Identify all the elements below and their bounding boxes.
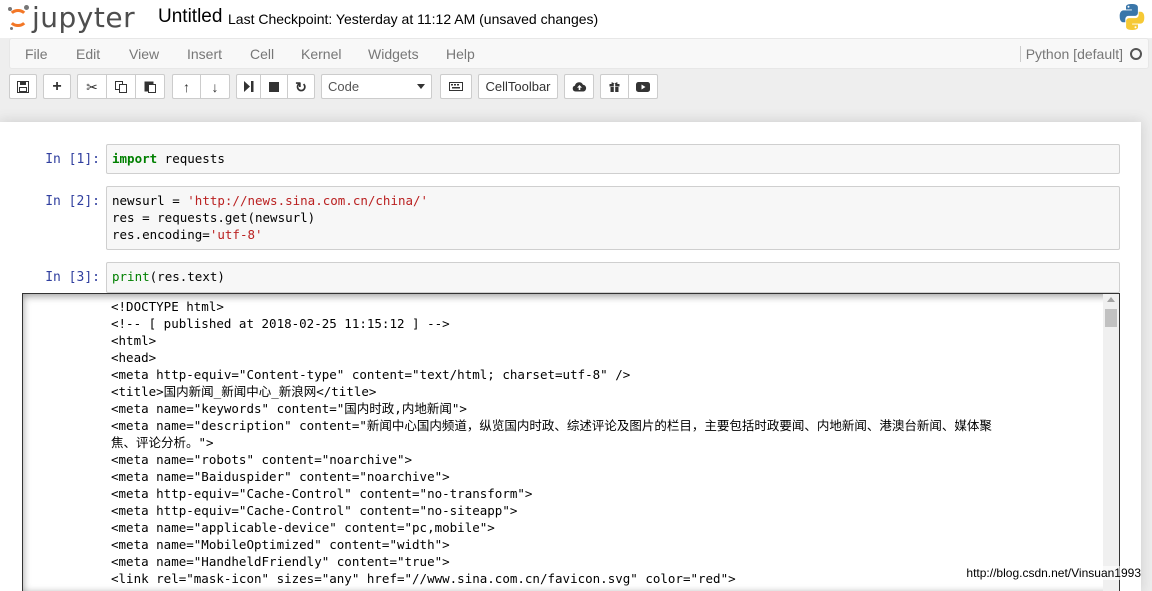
paste-button[interactable] — [136, 74, 165, 99]
output-line: <meta http-equiv="Cache-Control" content… — [111, 503, 518, 518]
move-down-button[interactable]: ↓ — [201, 74, 230, 99]
cloud-upload-icon — [572, 82, 586, 92]
interrupt-kernel-button[interactable] — [261, 74, 288, 99]
menu-cell[interactable]: Cell — [250, 46, 274, 62]
celltoolbar-button[interactable]: CellToolbar — [478, 74, 558, 99]
restart-kernel-button[interactable]: ↻ — [288, 74, 315, 99]
youtube-icon — [636, 81, 650, 92]
present-button[interactable] — [600, 74, 629, 99]
code-token: import — [112, 151, 158, 166]
menubar: File Edit View Insert Cell Kernel Widget… — [9, 38, 1149, 69]
save-button[interactable] — [9, 74, 37, 99]
output-line: <html> — [111, 333, 157, 348]
output-line: <meta http-equiv="Cache-Control" content… — [111, 486, 533, 501]
keyboard-icon — [449, 82, 463, 91]
output-line: <meta http-equiv="Content-type" content=… — [111, 367, 631, 382]
menu-insert[interactable]: Insert — [187, 46, 222, 62]
cell-prompt: In [2]: — [45, 194, 100, 209]
code-cell-input[interactable]: newsurl = 'http://news.sina.com.cn/china… — [106, 186, 1120, 250]
code-token: (res.text) — [149, 269, 225, 284]
output-line: <meta name="MobileOptimized" content="wi… — [111, 537, 450, 552]
code-line: res.encoding='utf-8' — [112, 226, 1114, 243]
command-palette-button[interactable] — [440, 74, 472, 99]
move-up-button[interactable]: ↑ — [172, 74, 201, 99]
cut-button[interactable]: ✂ — [77, 74, 107, 99]
output-line: <meta name="HandheldFriendly" content="t… — [111, 554, 450, 569]
notebook-container: In [1]: import requests In [2]: newsurl … — [0, 122, 1141, 591]
jupyter-orbit-icon — [6, 3, 30, 33]
stop-icon — [269, 81, 279, 92]
cell-output-area[interactable]: <!DOCTYPE html> <!-- [ published at 2018-… — [22, 293, 1120, 591]
notebook-title[interactable]: Untitled — [158, 6, 222, 28]
code-token: newsurl = — [112, 193, 188, 208]
header: jupyter Untitled Last Checkpoint: Yester… — [0, 0, 1152, 38]
output-scrollbar[interactable] — [1103, 294, 1119, 591]
jupyter-logo[interactable]: jupyter — [6, 2, 135, 34]
kernel-status-icon — [1130, 48, 1142, 60]
output-line: <meta name="description" content="新闻中心国内… — [111, 418, 992, 433]
gift-icon — [609, 82, 620, 92]
menu-widgets[interactable]: Widgets — [368, 46, 419, 62]
plus-icon: + — [52, 77, 62, 95]
output-text: <!DOCTYPE html> <!-- [ published at 2018-… — [111, 298, 992, 587]
copy-button[interactable] — [107, 74, 136, 99]
code-token: print — [112, 269, 150, 284]
output-line: <title>国内新闻_新闻中心_新浪网</title> — [111, 384, 377, 399]
cell-prompt: In [1]: — [45, 152, 100, 167]
chevron-down-icon — [417, 84, 425, 89]
output-line: 焦、评论分析。"> — [111, 435, 214, 450]
code-token: requests — [157, 151, 225, 166]
menu-edit[interactable]: Edit — [76, 46, 100, 62]
cell-type-select[interactable]: Code — [321, 74, 432, 99]
run-cell-button[interactable] — [236, 74, 261, 99]
output-line: <meta name="applicable-device" content="… — [111, 520, 495, 535]
scrollbar-thumb[interactable] — [1105, 309, 1117, 327]
kernel-name: Python [default] — [1019, 46, 1123, 62]
menu-help[interactable]: Help — [446, 46, 475, 62]
cell-prompt: In [3]: — [45, 270, 100, 285]
code-cell-input[interactable]: print(res.text) — [106, 262, 1120, 293]
output-line: <!DOCTYPE html> — [111, 299, 224, 314]
python-logo-icon — [1119, 4, 1145, 30]
code-token: 'http://news.sina.com.cn/china/' — [187, 193, 429, 208]
copy-icon — [115, 80, 127, 93]
save-icon — [17, 80, 29, 93]
menu-view[interactable]: View — [129, 46, 159, 62]
menu-kernel[interactable]: Kernel — [301, 46, 341, 62]
scroll-up-arrow-icon[interactable] — [1107, 297, 1115, 302]
code-line: res = requests.get(newsurl) — [112, 209, 1114, 226]
output-line: <head> — [111, 350, 157, 365]
code-cell-input[interactable]: import requests — [106, 144, 1120, 174]
arrow-down-icon: ↓ — [211, 78, 219, 95]
checkpoint-status: Last Checkpoint: Yesterday at 11:12 AM (… — [228, 11, 599, 27]
paste-icon — [144, 81, 156, 93]
output-line: <meta name="Baiduspider" content="noarch… — [111, 469, 450, 484]
output-line: <meta name="keywords" content="国内时政,内地新闻… — [111, 401, 467, 416]
watermark: http://blog.csdn.net/Vinsuan1993 — [966, 566, 1141, 580]
cell-type-value: Code — [328, 79, 360, 94]
arrow-up-icon: ↑ — [183, 78, 190, 95]
code-token: res = requests.get(newsurl) — [112, 210, 316, 225]
code-token: res.encoding= — [112, 227, 210, 242]
logo-text: jupyter — [32, 1, 136, 34]
menu-file[interactable]: File — [25, 46, 48, 62]
output-line: <meta name="robots" content="noarchive"> — [111, 452, 413, 467]
upload-button[interactable] — [564, 74, 594, 99]
insert-cell-button[interactable]: + — [43, 74, 71, 99]
code-line: newsurl = 'http://news.sina.com.cn/china… — [112, 192, 1114, 209]
code-line: import requests — [112, 150, 1114, 167]
output-line: <link rel="mask-icon" sizes="any" href="… — [111, 571, 736, 586]
output-line: <!-- [ published at 2018-02-25 11:15:12 … — [111, 316, 450, 331]
code-token: 'utf-8' — [209, 227, 263, 242]
celltoolbar-label: CellToolbar — [485, 79, 551, 94]
cut-icon: ✂ — [86, 78, 98, 95]
restart-icon: ↻ — [295, 78, 307, 95]
code-line: print(res.text) — [112, 268, 1114, 285]
video-button[interactable] — [629, 74, 658, 99]
toolbar: + ✂ ↑ ↓ ↻ Code CellToolbar — [0, 70, 1152, 104]
step-forward-icon — [243, 81, 253, 92]
